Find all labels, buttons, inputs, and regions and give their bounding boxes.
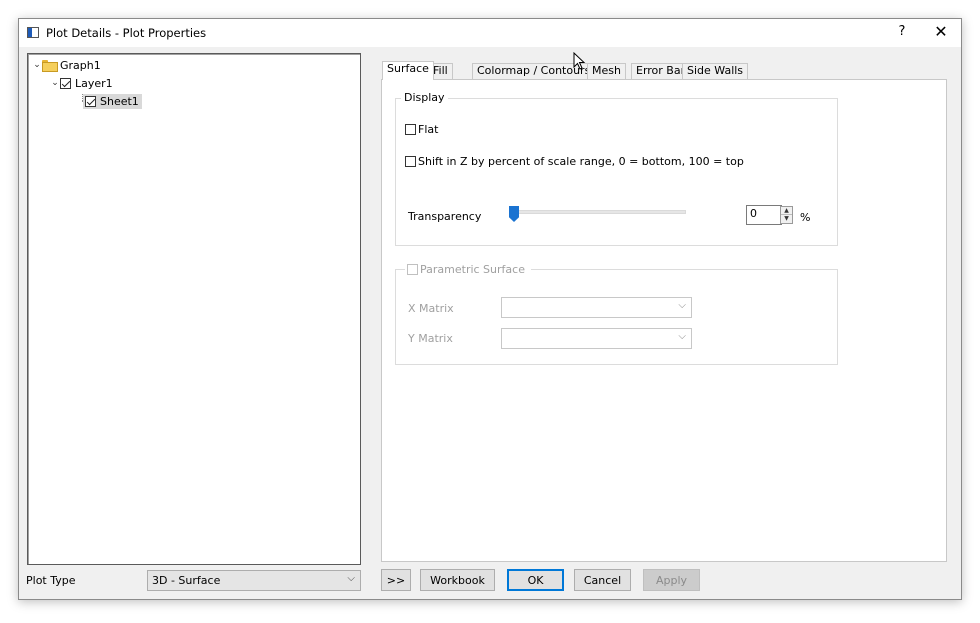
spin-down-icon[interactable]: ▼ (781, 215, 792, 223)
mouse-cursor-icon (573, 52, 586, 70)
tab-surface[interactable]: Surface (382, 61, 434, 80)
plot-details-dialog: Plot Details - Plot Properties ? ✕ ⌄ Gra… (18, 18, 962, 600)
selected-item[interactable]: Sheet1 (83, 93, 142, 109)
window-icon (27, 27, 39, 38)
shift-z-label: Shift in Z by percent of scale range, 0 … (418, 155, 744, 168)
apply-button[interactable]: Apply (643, 569, 700, 591)
expand-button[interactable]: >> (381, 569, 411, 591)
tree-item-layer1[interactable]: ⌄ Layer1 (50, 75, 113, 91)
flat-label: Flat (418, 123, 439, 136)
display-group-title: Display (401, 91, 448, 104)
tree-item-graph1[interactable]: ⌄ Graph1 (32, 57, 101, 73)
help-button[interactable]: ? (894, 24, 910, 39)
close-button[interactable]: ✕ (931, 22, 951, 41)
plot-type-value: 3D - Surface (152, 574, 221, 587)
transparency-input[interactable]: 0 (746, 205, 782, 225)
transparency-spinner[interactable]: ▲ ▼ (780, 206, 793, 224)
plot-type-label: Plot Type (26, 574, 76, 587)
shift-z-checkbox[interactable] (405, 156, 416, 167)
chevron-down-icon: ⌵ (347, 573, 355, 584)
cancel-button[interactable]: Cancel (574, 569, 631, 591)
transparency-label: Transparency (408, 210, 482, 223)
tree-item-sheet1[interactable]: Sheet1 (83, 93, 142, 109)
tab-side-walls[interactable]: Side Walls (682, 63, 749, 79)
chevron-down-icon: ⌵ (678, 331, 686, 342)
surface-tab-panel: Display Flat Shift in Z by percent of sc… (381, 79, 947, 562)
spin-up-icon[interactable]: ▲ (781, 207, 792, 215)
transparency-slider-thumb[interactable] (509, 206, 519, 222)
chevron-down-icon[interactable]: ⌄ (50, 78, 60, 88)
flat-checkbox-row[interactable]: Flat (405, 123, 438, 136)
plot-type-dropdown[interactable]: 3D - Surface ⌵ (147, 570, 361, 591)
x-matrix-label: X Matrix (408, 302, 454, 315)
parametric-surface-label: Parametric Surface (420, 263, 525, 276)
tree-item-label: Sheet1 (100, 94, 139, 108)
parametric-surface-checkbox[interactable] (407, 264, 418, 275)
tab-mesh[interactable]: Mesh (587, 63, 626, 79)
window-title: Plot Details - Plot Properties (46, 26, 207, 40)
x-matrix-dropdown[interactable]: ⌵ (501, 297, 692, 318)
percent-unit: % (800, 211, 811, 224)
y-matrix-dropdown[interactable]: ⌵ (501, 328, 692, 349)
parametric-surface-group: Parametric Surface X Matrix ⌵ Y Matrix ⌵ (395, 263, 838, 365)
sheet1-checkbox[interactable] (85, 95, 96, 107)
ok-button[interactable]: OK (507, 569, 564, 591)
transparency-slider-track[interactable] (509, 210, 686, 214)
title-bar: Plot Details - Plot Properties ? ✕ (19, 19, 961, 47)
plot-tree[interactable]: ⌄ Graph1 ⌄ Layer1 Sheet1 (27, 53, 361, 565)
layer1-checkbox[interactable] (60, 77, 71, 89)
folder-open-icon (42, 60, 58, 72)
tree-item-label: Graph1 (60, 58, 101, 72)
display-group: Display Flat Shift in Z by percent of sc… (395, 91, 838, 246)
parametric-surface-checkbox-row[interactable]: Parametric Surface (405, 263, 531, 276)
y-matrix-label: Y Matrix (408, 332, 453, 345)
chevron-down-icon[interactable]: ⌄ (32, 60, 42, 70)
tree-item-label: Layer1 (75, 76, 113, 90)
workbook-button[interactable]: Workbook (420, 569, 495, 591)
flat-checkbox[interactable] (405, 124, 416, 135)
shift-z-checkbox-row[interactable]: Shift in Z by percent of scale range, 0 … (405, 155, 744, 168)
chevron-down-icon: ⌵ (678, 300, 686, 311)
